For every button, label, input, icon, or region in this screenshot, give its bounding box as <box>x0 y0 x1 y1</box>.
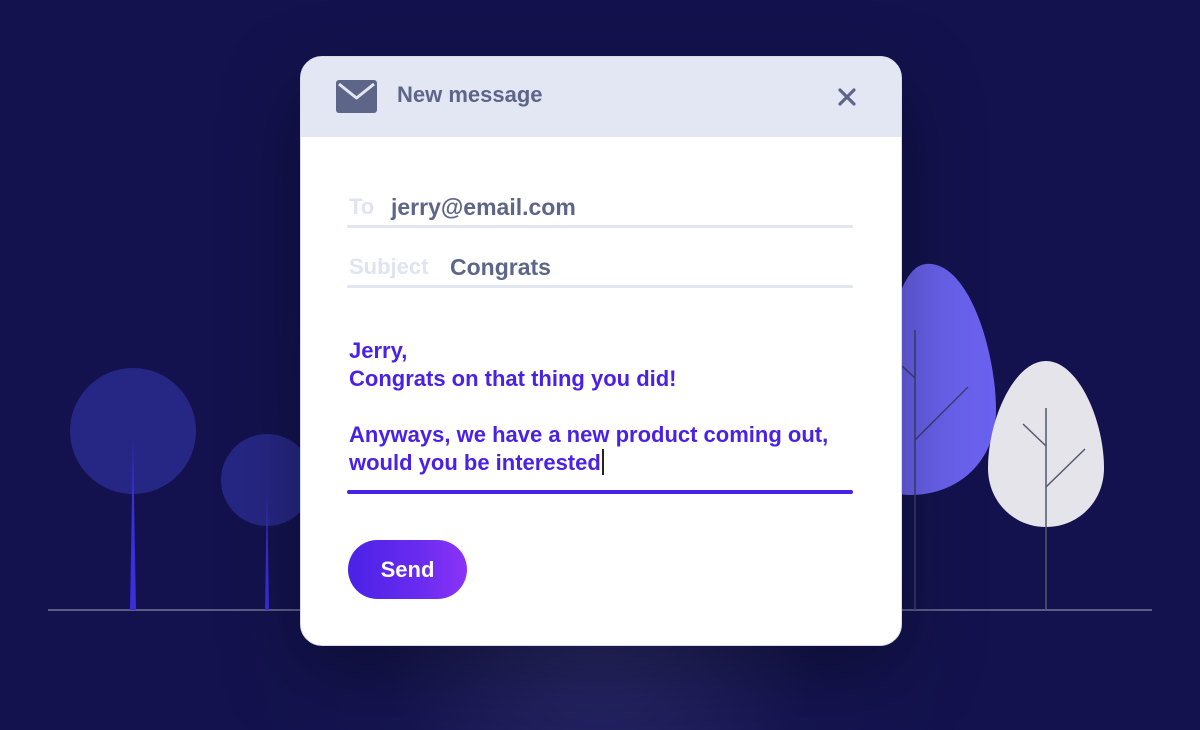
to-value[interactable]: jerry@email.com <box>391 194 576 221</box>
send-button[interactable]: Send <box>348 540 467 599</box>
tree-right-grey <box>988 361 1104 610</box>
body-line: Anyways, we have a new product coming ou… <box>349 422 829 447</box>
body-line-blank <box>349 393 869 421</box>
to-field[interactable]: To jerry@email.com <box>347 170 853 228</box>
message-body[interactable]: Jerry, Congrats on that thing you did! A… <box>349 337 869 477</box>
subject-field[interactable]: Subject Congrats <box>347 230 853 288</box>
subject-label: Subject <box>349 254 429 279</box>
mail-icon <box>336 80 377 113</box>
body-line: Congrats on that thing you did! <box>349 366 677 391</box>
body-line: Jerry, <box>349 338 408 363</box>
subject-field-underline <box>347 285 853 288</box>
compose-titlebar: New message <box>301 57 901 137</box>
body-line-last: would you be interested <box>349 449 869 477</box>
compose-window: New message To jerry@email.com Subject C… <box>300 56 902 646</box>
message-body-underline <box>347 490 853 494</box>
close-icon <box>838 88 856 106</box>
to-field-underline <box>347 225 853 228</box>
body-line: would you be interested <box>349 450 601 475</box>
close-button[interactable] <box>831 81 863 113</box>
window-title: New message <box>397 82 543 107</box>
tree-left-large <box>70 368 196 610</box>
subject-value[interactable]: Congrats <box>450 254 551 281</box>
text-caret <box>601 449 604 475</box>
to-label: To <box>349 194 375 219</box>
